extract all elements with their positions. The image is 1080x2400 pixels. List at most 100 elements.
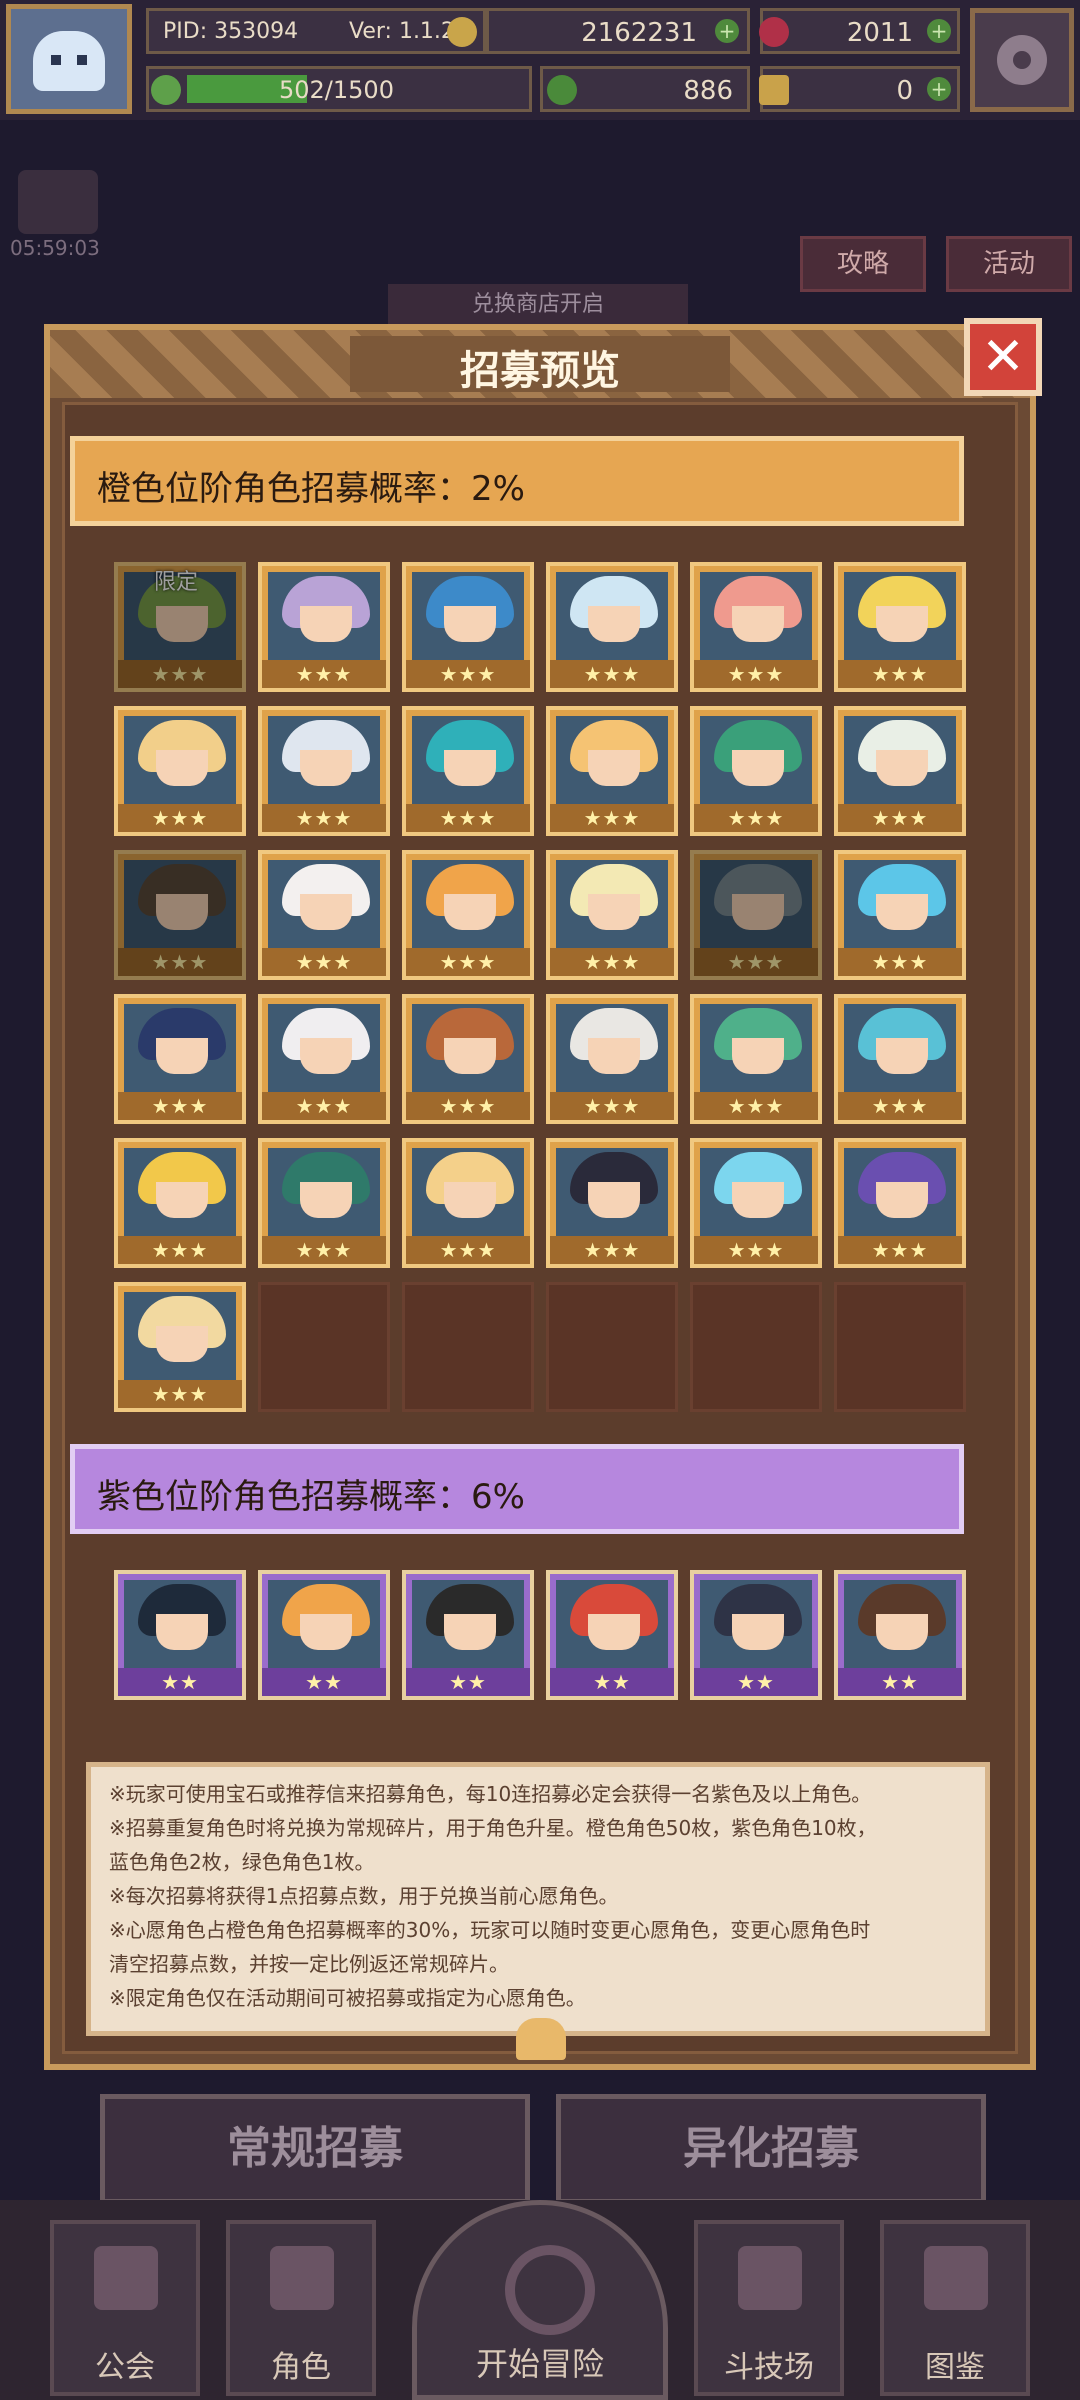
character-face (732, 1182, 784, 1218)
character-card[interactable]: ★★ (690, 1570, 822, 1700)
add-ticket-icon[interactable]: + (927, 77, 951, 101)
character-card[interactable]: ★★★ (402, 706, 534, 836)
character-card[interactable]: ★★★ (690, 850, 822, 980)
character-face (732, 750, 784, 786)
star-rating: ★★★ (550, 660, 674, 688)
close-button[interactable]: ✕ (964, 318, 1042, 396)
character-icon (270, 2246, 334, 2310)
character-face (876, 1182, 928, 1218)
character-card[interactable]: ★★★ (258, 1138, 390, 1268)
coin-icon (447, 17, 477, 47)
character-card[interactable]: ★★★ (114, 994, 246, 1124)
star-rating: ★★★ (406, 1236, 530, 1264)
character-card[interactable]: ★★ (258, 1570, 390, 1700)
star-rating: ★★★ (406, 804, 530, 832)
character-face (444, 894, 496, 930)
character-portrait (124, 1292, 236, 1380)
nav-guild[interactable]: 公会 (50, 2220, 200, 2396)
star-rating: ★★ (118, 1668, 242, 1696)
nav-adventure[interactable]: 开始冒险 (412, 2200, 668, 2400)
character-card[interactable]: ★★★ (114, 1138, 246, 1268)
nav-arena[interactable]: 斗技场 (694, 2220, 844, 2396)
character-portrait (556, 716, 668, 804)
character-card[interactable]: ★★★ (402, 994, 534, 1124)
modal-title: 招募预览 (460, 348, 620, 394)
character-face (732, 1038, 784, 1074)
character-card[interactable]: ★★★ (690, 706, 822, 836)
character-card[interactable]: ★★ (114, 1570, 246, 1700)
star-rating: ★★★ (118, 660, 242, 688)
character-card[interactable]: ★★★ (258, 850, 390, 980)
clover-exp-icon (151, 75, 181, 105)
character-card[interactable]: ★★★ (834, 706, 966, 836)
star-rating: ★★★ (406, 1092, 530, 1120)
shop-banner: 兑换商店开启 (388, 284, 688, 326)
character-card[interactable]: ★★★ (258, 562, 390, 692)
character-card[interactable]: ★★★ (690, 994, 822, 1124)
character-card[interactable]: ★★★ (258, 706, 390, 836)
empty-slot (690, 1282, 822, 1412)
character-card[interactable]: ★★ (402, 1570, 534, 1700)
character-card[interactable]: ★★★ (546, 706, 678, 836)
character-portrait (700, 716, 812, 804)
star-rating: ★★ (694, 1668, 818, 1696)
character-card[interactable]: ★★ (834, 1570, 966, 1700)
character-card[interactable]: ★★★ (834, 1138, 966, 1268)
character-face (300, 1182, 352, 1218)
player-avatar[interactable] (6, 4, 132, 114)
character-face (444, 606, 496, 642)
character-face (876, 1038, 928, 1074)
character-card[interactable]: ★★★ (546, 994, 678, 1124)
player-info: PID: 353094 Ver: 1.1.2.5 (146, 8, 486, 54)
gem-counter: 2011 + (759, 8, 960, 54)
settings-button[interactable] (970, 8, 1074, 112)
character-card[interactable]: ★★★ (546, 850, 678, 980)
character-portrait (412, 1580, 524, 1668)
character-face (300, 750, 352, 786)
character-card[interactable]: ★★★ (546, 1138, 678, 1268)
character-face (588, 606, 640, 642)
character-face (588, 894, 640, 930)
character-card[interactable]: ★★★ (546, 562, 678, 692)
coin-value: 2162231 (581, 18, 697, 48)
character-card[interactable]: ★★★ (690, 562, 822, 692)
character-card[interactable]: ★★★ (402, 850, 534, 980)
character-face (156, 606, 208, 642)
character-card[interactable]: ★★★ 限定 (114, 562, 246, 692)
character-face (876, 606, 928, 642)
event-button: 活动 (946, 236, 1072, 292)
star-rating: ★★★ (262, 948, 386, 976)
character-portrait (268, 860, 380, 948)
purple-tier-label: 紫色位阶角色招募概率：6% (97, 1477, 525, 1517)
star-rating: ★★★ (118, 1236, 242, 1264)
add-coin-icon[interactable]: + (715, 19, 739, 43)
nav-codex[interactable]: 图鉴 (880, 2220, 1030, 2396)
character-portrait (556, 1148, 668, 1236)
empty-slot (402, 1282, 534, 1412)
character-card[interactable]: ★★★ (114, 706, 246, 836)
character-portrait (844, 1580, 956, 1668)
note-line: 清空招募点数，并按一定比例返还常规碎片。 (109, 1952, 509, 1976)
avatar-face-icon (33, 31, 105, 91)
character-card[interactable]: ★★★ (114, 850, 246, 980)
star-rating: ★★ (406, 1668, 530, 1696)
character-card[interactable]: ★★★ (258, 994, 390, 1124)
character-card[interactable]: ★★★ (690, 1138, 822, 1268)
nav-adventure-label: 开始冒险 (475, 2345, 604, 2383)
star-rating: ★★★ (550, 948, 674, 976)
character-face (156, 1038, 208, 1074)
character-card[interactable]: ★★★ (114, 1282, 246, 1412)
exp-bar: 502/1500 (146, 66, 532, 112)
character-card[interactable]: ★★★ (834, 562, 966, 692)
coin-counter: 2162231 + (486, 8, 750, 54)
character-card[interactable]: ★★★ (402, 562, 534, 692)
character-face (444, 750, 496, 786)
character-card[interactable]: ★★ (546, 1570, 678, 1700)
nav-characters[interactable]: 角色 (226, 2220, 376, 2396)
nav-guild-label: 公会 (95, 2350, 155, 2385)
character-card[interactable]: ★★★ (834, 994, 966, 1124)
character-card[interactable]: ★★★ (402, 1138, 534, 1268)
clover-icon (547, 75, 577, 105)
character-card[interactable]: ★★★ (834, 850, 966, 980)
add-gem-icon[interactable]: + (927, 19, 951, 43)
